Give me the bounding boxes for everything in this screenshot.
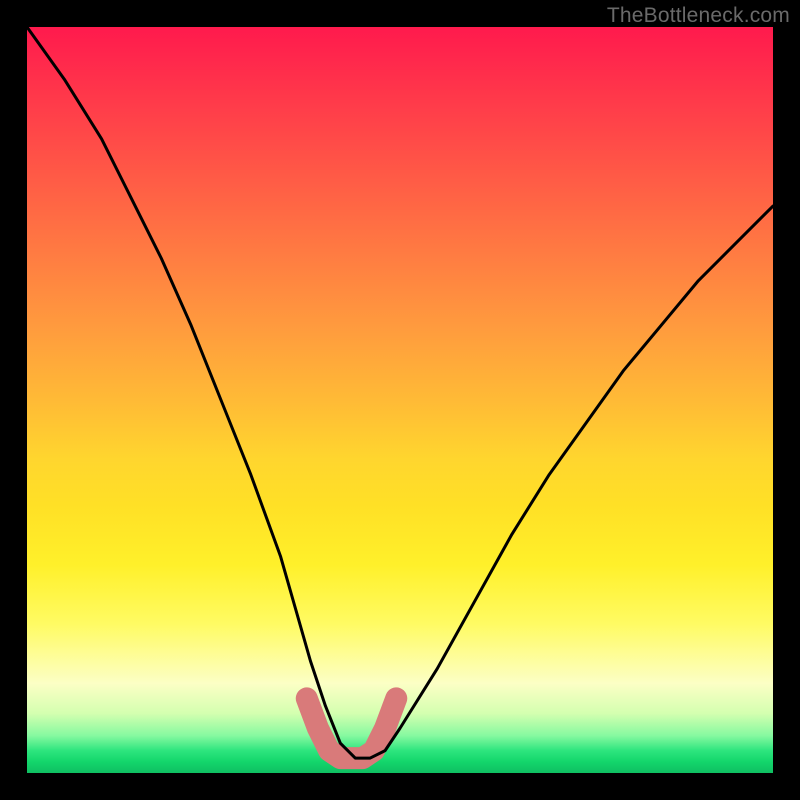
bottleneck-curve-line	[27, 27, 773, 758]
chart-frame: TheBottleneck.com	[0, 0, 800, 800]
chart-svg	[27, 27, 773, 773]
chart-plot-area	[27, 27, 773, 773]
optimal-zone-highlight	[307, 698, 397, 758]
watermark-text: TheBottleneck.com	[607, 4, 790, 28]
